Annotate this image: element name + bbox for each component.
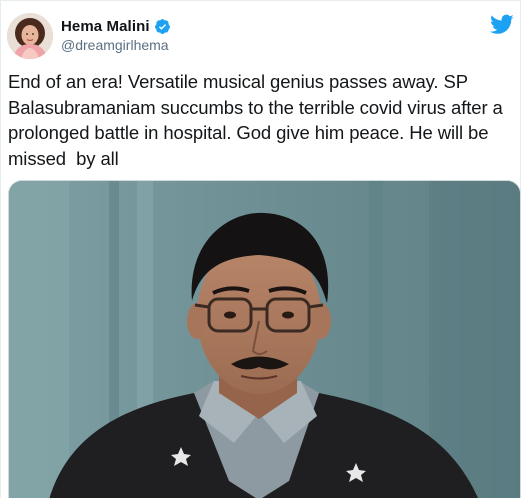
display-name-row: Hema Malini (61, 16, 171, 36)
verified-badge-icon (154, 18, 171, 35)
tweet-text: End of an era! Versatile musical genius … (8, 71, 508, 169)
portrait-photo (9, 181, 520, 498)
author-display-name[interactable]: Hema Malini (61, 18, 150, 35)
twitter-bird-icon[interactable] (490, 12, 514, 36)
tweet-media-photo[interactable] (8, 180, 521, 498)
tweet-card[interactable]: Hema Malini @dreamgirlhema End of an era… (0, 0, 521, 498)
author-handle[interactable]: @dreamgirlhema (61, 37, 171, 53)
tweet-header: Hema Malini @dreamgirlhema (1, 1, 521, 63)
author-avatar[interactable] (7, 13, 53, 59)
author-names[interactable]: Hema Malini @dreamgirlhema (61, 16, 171, 53)
